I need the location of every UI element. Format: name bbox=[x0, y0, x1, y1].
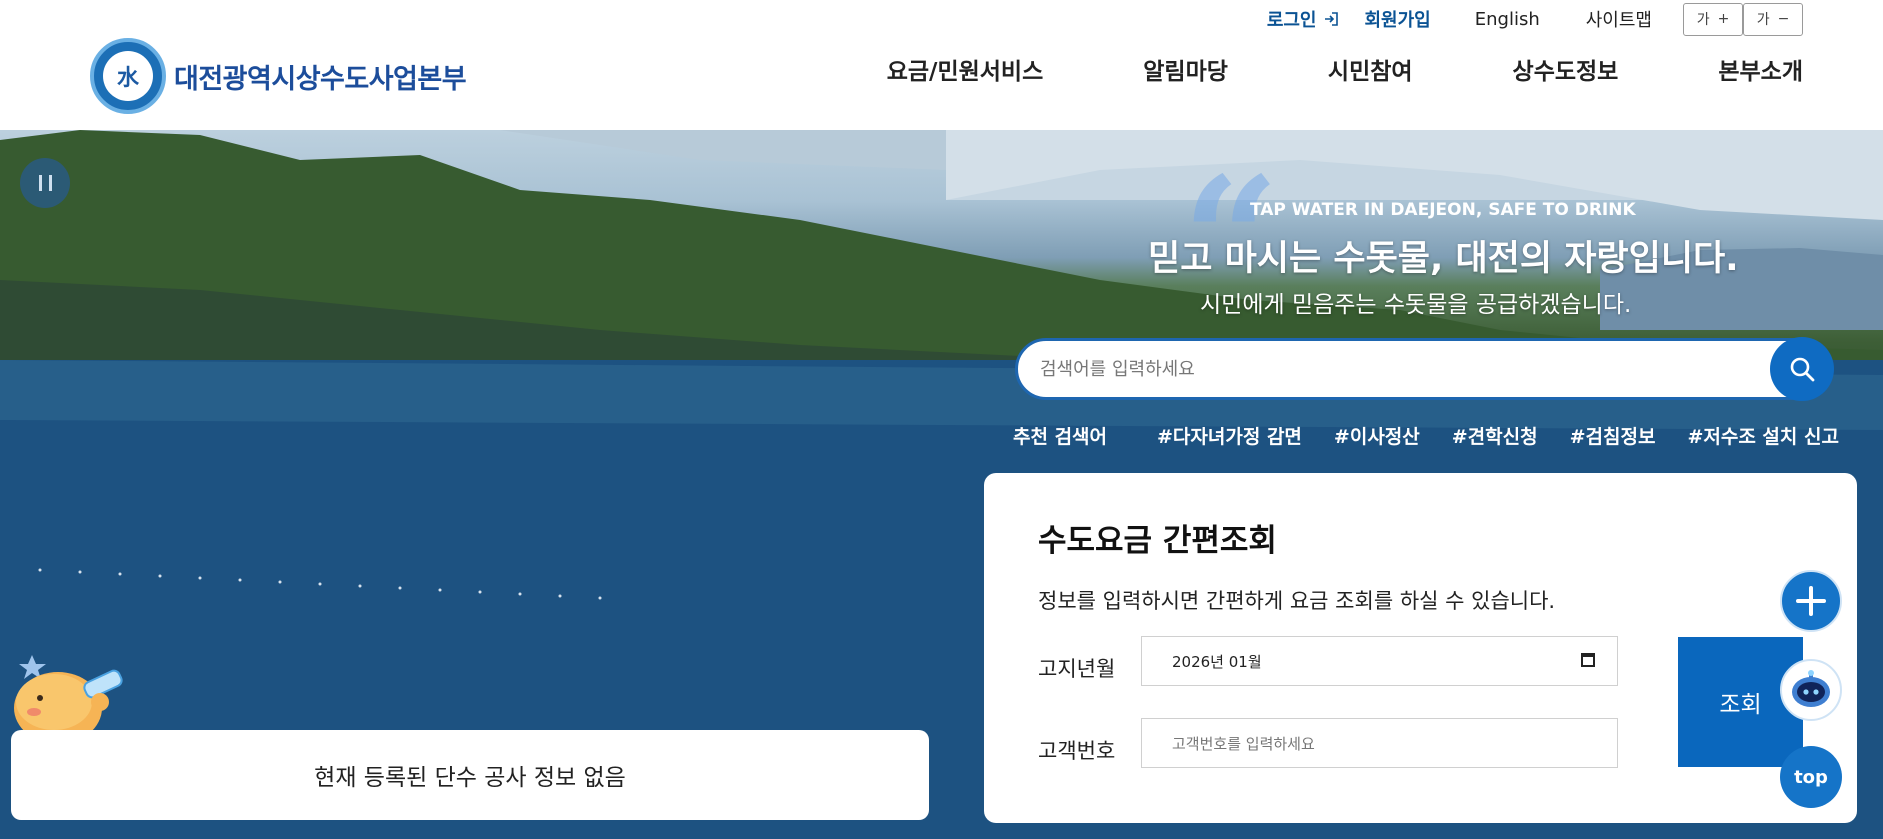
slide-pause-button[interactable] bbox=[20, 158, 70, 208]
fee-lookup-description: 정보를 입력하시면 간편하게 요금 조회를 하실 수 있습니다. bbox=[1038, 589, 1556, 613]
keyword-tag[interactable]: #견학신청 bbox=[1452, 422, 1538, 449]
recommended-keywords: 추천 검색어 #다자녀가정 감면 #이사정산 #견학신청 #검침정보 #저수조 … bbox=[1013, 422, 1871, 449]
join-link[interactable]: 회원가입 bbox=[1365, 6, 1431, 32]
font-increase-label: 가 bbox=[1696, 12, 1710, 28]
calendar-icon[interactable] bbox=[1581, 653, 1595, 667]
keyword-tag[interactable]: #다자녀가정 감면 bbox=[1157, 422, 1302, 449]
quick-menu-button[interactable] bbox=[1780, 570, 1842, 632]
chatbot-icon bbox=[1792, 670, 1830, 707]
fee-lookup-card: 수도요금 간편조회 정보를 입력하시면 간편하게 요금 조회를 하실 수 있습니… bbox=[984, 473, 1857, 823]
chatbot-button[interactable] bbox=[1780, 659, 1842, 721]
customer-number-label: 고객번호 bbox=[1038, 739, 1116, 763]
plus-icon bbox=[1796, 586, 1826, 616]
water-outage-notice: 현재 등록된 단수 공사 정보 없음 bbox=[11, 730, 929, 820]
site-header: 로그인 회원가입 English 사이트맵 가 + 가 − 水 대전광역시상수도… bbox=[0, 0, 1883, 130]
scroll-top-button[interactable]: top bbox=[1780, 746, 1842, 808]
font-decrease-label: 가 bbox=[1756, 12, 1770, 28]
customer-number-field[interactable]: 고객번호를 입력하세요 bbox=[1141, 718, 1618, 768]
minus-icon: − bbox=[1777, 11, 1790, 27]
nav-item-about[interactable]: 본부소개 bbox=[1718, 52, 1803, 86]
customer-number-placeholder: 고객번호를 입력하세요 bbox=[1172, 734, 1315, 753]
logo-emblem-icon: 水 bbox=[90, 38, 166, 114]
nav-item-participation[interactable]: 시민참여 bbox=[1328, 52, 1413, 86]
hero-headline: 믿고 마시는 수돗물, 대전의 자랑입니다. bbox=[1148, 239, 1739, 279]
sitemap-link[interactable]: 사이트맵 bbox=[1586, 6, 1652, 32]
login-icon bbox=[1324, 12, 1338, 26]
keyword-tag[interactable]: #검침정보 bbox=[1570, 422, 1656, 449]
hero-section: “ TAP WATER IN DAEJEON, SAFE TO DRINK 믿고… bbox=[0, 130, 1883, 839]
search-bar bbox=[1015, 337, 1834, 401]
keyword-tag[interactable]: #이사정산 bbox=[1334, 422, 1420, 449]
billing-month-label: 고지년월 bbox=[1038, 657, 1116, 681]
pause-icon-bar bbox=[48, 175, 52, 191]
hero-subline: 시민에게 믿음주는 수돗물을 공급하겠습니다. bbox=[1200, 292, 1632, 318]
billing-month-value: 2026년 01월 bbox=[1172, 652, 1262, 671]
plus-icon: + bbox=[1717, 11, 1730, 27]
hero-tagline: TAP WATER IN DAEJEON, SAFE TO DRINK bbox=[1250, 200, 1636, 220]
login-label: 로그인 bbox=[1266, 10, 1317, 31]
utility-menu: 로그인 회원가입 English 사이트맵 가 + 가 − bbox=[1267, 2, 1803, 36]
pause-icon-bar bbox=[38, 175, 42, 191]
logo-emblem-text: 水 bbox=[116, 66, 139, 91]
site-logo[interactable]: 水 대전광역시상수도사업본부 bbox=[90, 38, 467, 114]
search-input[interactable] bbox=[1018, 358, 1718, 380]
logo-text: 대전광역시상수도사업본부 bbox=[174, 63, 467, 95]
nav-item-notice[interactable]: 알림마당 bbox=[1143, 52, 1228, 86]
nav-item-waterworks-info[interactable]: 상수도정보 bbox=[1513, 52, 1619, 86]
main-navigation: 요금/민원서비스 알림마당 시민참여 상수도정보 본부소개 bbox=[887, 52, 1803, 86]
search-button[interactable] bbox=[1770, 337, 1834, 401]
recommended-keywords-label: 추천 검색어 bbox=[1013, 426, 1108, 448]
english-link[interactable]: English bbox=[1475, 9, 1540, 30]
nav-item-fee-service[interactable]: 요금/민원서비스 bbox=[887, 52, 1044, 86]
keyword-tag[interactable]: #저수조 설치 신고 bbox=[1687, 422, 1839, 449]
font-decrease-button[interactable]: 가 − bbox=[1743, 2, 1803, 36]
search-icon bbox=[1790, 357, 1815, 382]
billing-month-field[interactable]: 2026년 01월 bbox=[1141, 636, 1618, 686]
login-link[interactable]: 로그인 bbox=[1267, 6, 1339, 32]
font-increase-button[interactable]: 가 + bbox=[1683, 2, 1743, 36]
fee-lookup-title: 수도요금 간편조회 bbox=[1038, 523, 1277, 559]
